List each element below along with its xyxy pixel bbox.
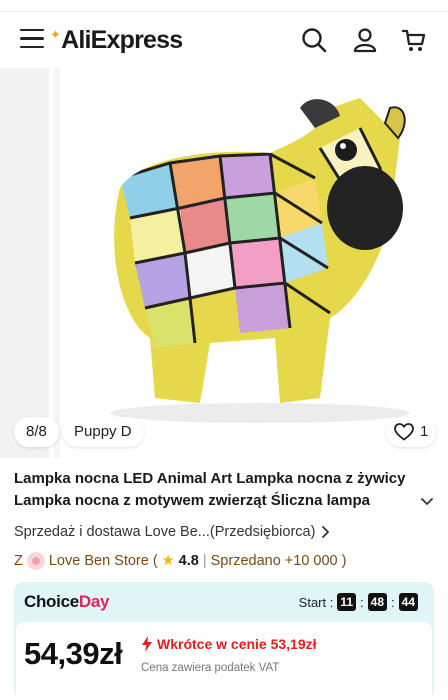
current-price: 54,39zł bbox=[24, 636, 123, 671]
paren-open: ( bbox=[152, 553, 158, 569]
heart-icon bbox=[394, 423, 414, 441]
store-rating: 4.8 bbox=[178, 553, 199, 569]
choice-day-card: ChoiceDay Start : 11 : 48 : 44 54,39zł W… bbox=[14, 582, 434, 700]
store-info[interactable]: Z Love Ben Store ( ★ 4.8 | Sprzedano +10… bbox=[14, 552, 346, 570]
separator: | bbox=[202, 553, 207, 569]
store-prefix: Z bbox=[14, 553, 23, 569]
chevron-right-icon bbox=[322, 526, 330, 538]
upcoming-price-text: Wkrótce w cenie 53,19zł bbox=[157, 636, 317, 652]
chevron-down-icon[interactable] bbox=[420, 494, 434, 508]
sold-count: Sprzedano +10 000 bbox=[210, 553, 338, 569]
status-strip bbox=[0, 0, 448, 12]
paren-close: ) bbox=[341, 553, 347, 569]
store-name[interactable]: Love Ben Store bbox=[49, 553, 149, 569]
variant-label[interactable]: Puppy D bbox=[62, 417, 144, 447]
app-header: ✦ AliExpress bbox=[0, 12, 448, 68]
menu-icon[interactable] bbox=[20, 29, 44, 51]
price-panel: 54,39zł Wkrótce w cenie 53,19zł Cena zaw… bbox=[16, 622, 432, 700]
account-icon[interactable] bbox=[351, 26, 379, 54]
logo-text: AliExpress bbox=[61, 26, 183, 54]
countdown-hours: 11 bbox=[337, 593, 357, 611]
countdown-minutes: 48 bbox=[367, 593, 388, 611]
product-gallery[interactable]: 8/8 Puppy D 1 bbox=[0, 68, 448, 458]
product-image[interactable] bbox=[60, 68, 448, 458]
countdown-label: Start : bbox=[298, 594, 334, 610]
upcoming-price: Wkrótce w cenie 53,19zł bbox=[141, 636, 317, 652]
previous-image-slide[interactable] bbox=[0, 68, 54, 458]
choice-day-header: ChoiceDay Start : 11 : 48 : 44 bbox=[14, 582, 434, 622]
image-counter: 8/8 bbox=[14, 417, 59, 447]
aliexpress-logo[interactable]: ✦ AliExpress bbox=[50, 26, 183, 55]
store-avatar bbox=[26, 552, 45, 570]
choice-day-logo: ChoiceDay bbox=[24, 592, 110, 611]
star-icon: ★ bbox=[161, 553, 175, 569]
wishlist-button[interactable]: 1 bbox=[386, 417, 437, 447]
seller-text: Sprzedaż i dostawa Love Be...(Przedsiębi… bbox=[14, 524, 316, 540]
countdown-timer: Start : 11 : 48 : 44 bbox=[299, 593, 418, 611]
product-title: Lampka nocna LED Animal Art Lampka nocna… bbox=[14, 470, 406, 509]
seller-info[interactable]: Sprzedaż i dostawa Love Be...(Przedsiębi… bbox=[14, 524, 331, 540]
like-count: 1 bbox=[420, 423, 429, 440]
lightning-icon bbox=[142, 636, 152, 652]
countdown-seconds: 44 bbox=[398, 593, 418, 611]
logo-star-icon: ✦ bbox=[50, 26, 61, 42]
search-icon[interactable] bbox=[300, 26, 328, 54]
cart-icon[interactable] bbox=[400, 26, 428, 54]
vat-note: Cena zawiera podatek VAT bbox=[141, 662, 280, 674]
